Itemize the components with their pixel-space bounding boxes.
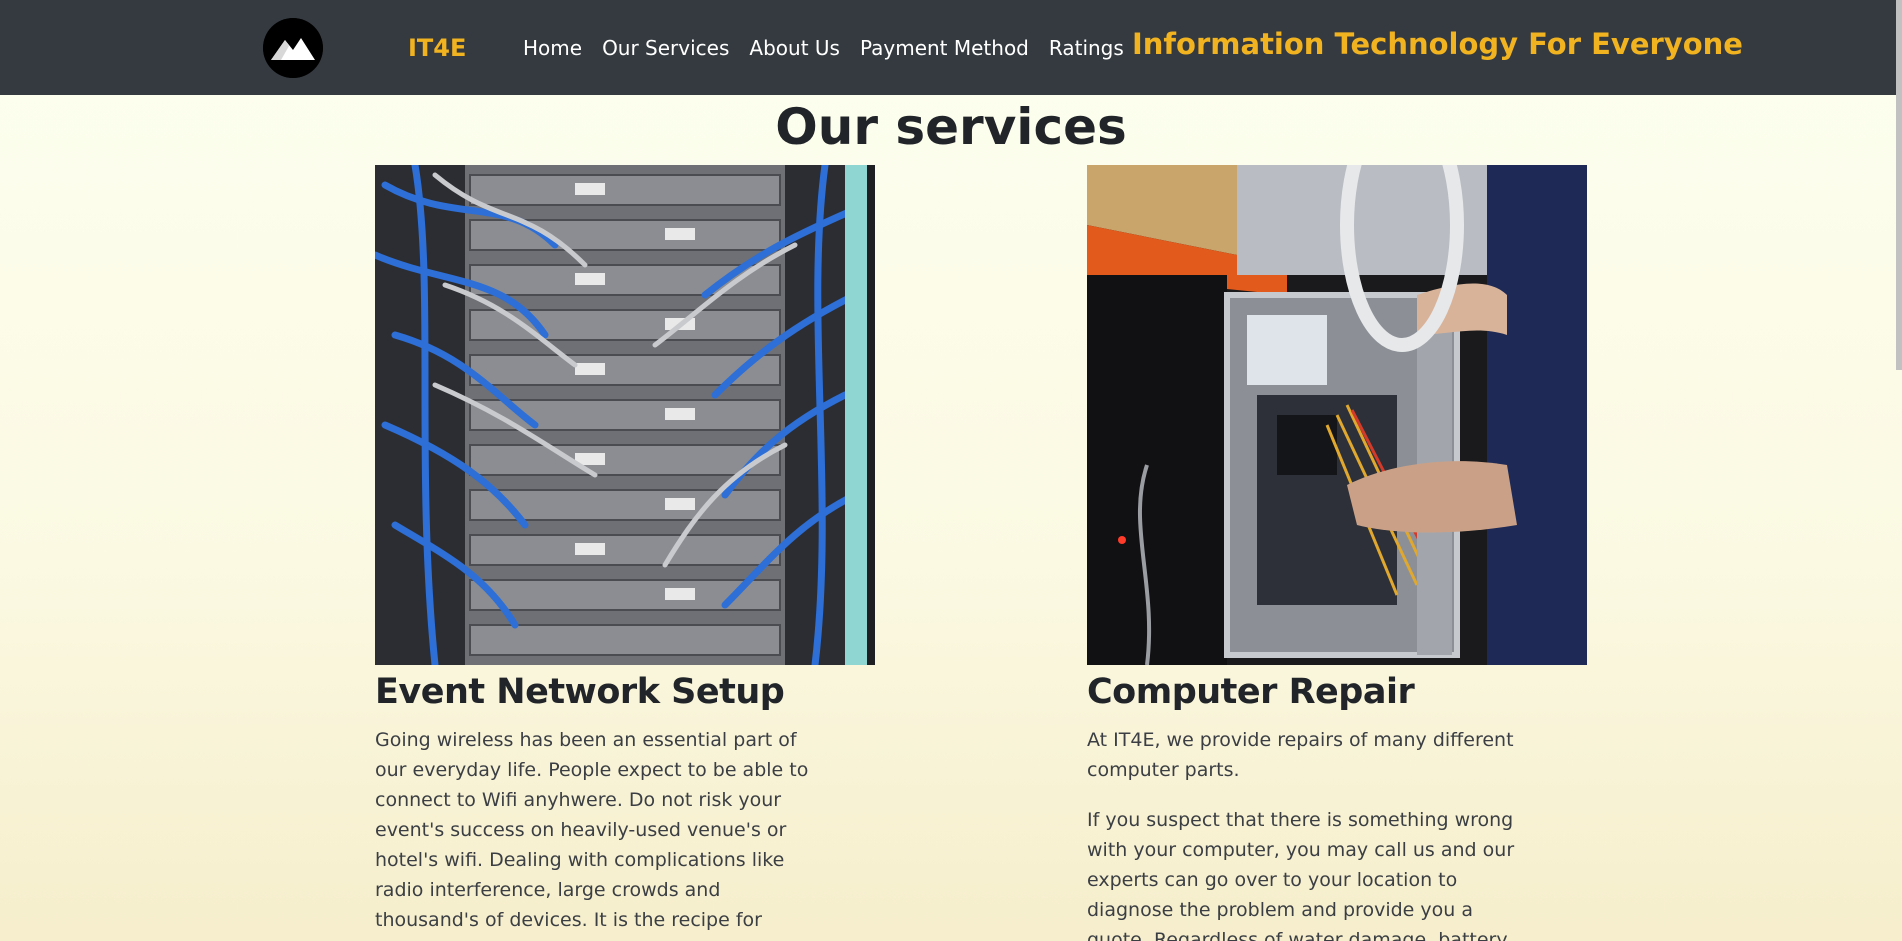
service-description: At IT4E, we provide repairs of many diff… xyxy=(1087,729,1514,781)
nav-link-payment-method[interactable]: Payment Method xyxy=(860,35,1029,61)
nav-link-home[interactable]: Home xyxy=(523,35,582,61)
service-card-event-network: Event Network Setup Going wireless has b… xyxy=(375,165,875,941)
site-tagline: Information Technology For Everyone xyxy=(1132,27,1743,61)
mountain-logo-icon[interactable] xyxy=(263,18,323,78)
service-title: Event Network Setup xyxy=(375,672,785,712)
nav-link-about-us[interactable]: About Us xyxy=(749,35,840,61)
service-description: If you suspect that there is something w… xyxy=(1087,809,1515,941)
nav-link-our-services[interactable]: Our Services xyxy=(602,35,729,61)
nav-menu: Home Our Services About Us Payment Metho… xyxy=(523,35,1124,61)
page-scrollbar[interactable] xyxy=(1896,0,1902,370)
service-card-computer-repair: Computer Repair At IT4E, we provide repa… xyxy=(1087,165,1587,941)
nav-link-ratings[interactable]: Ratings xyxy=(1049,35,1124,61)
brand-link[interactable]: IT4E xyxy=(408,34,466,62)
navbar: IT4E Home Our Services About Us Payment … xyxy=(0,0,1902,95)
service-description: Going wireless has been an essential par… xyxy=(375,729,809,941)
page-title: Our services xyxy=(775,98,1127,156)
computer-repair-photo xyxy=(1087,165,1587,665)
service-title: Computer Repair xyxy=(1087,672,1415,712)
server-rack-photo xyxy=(375,165,875,665)
